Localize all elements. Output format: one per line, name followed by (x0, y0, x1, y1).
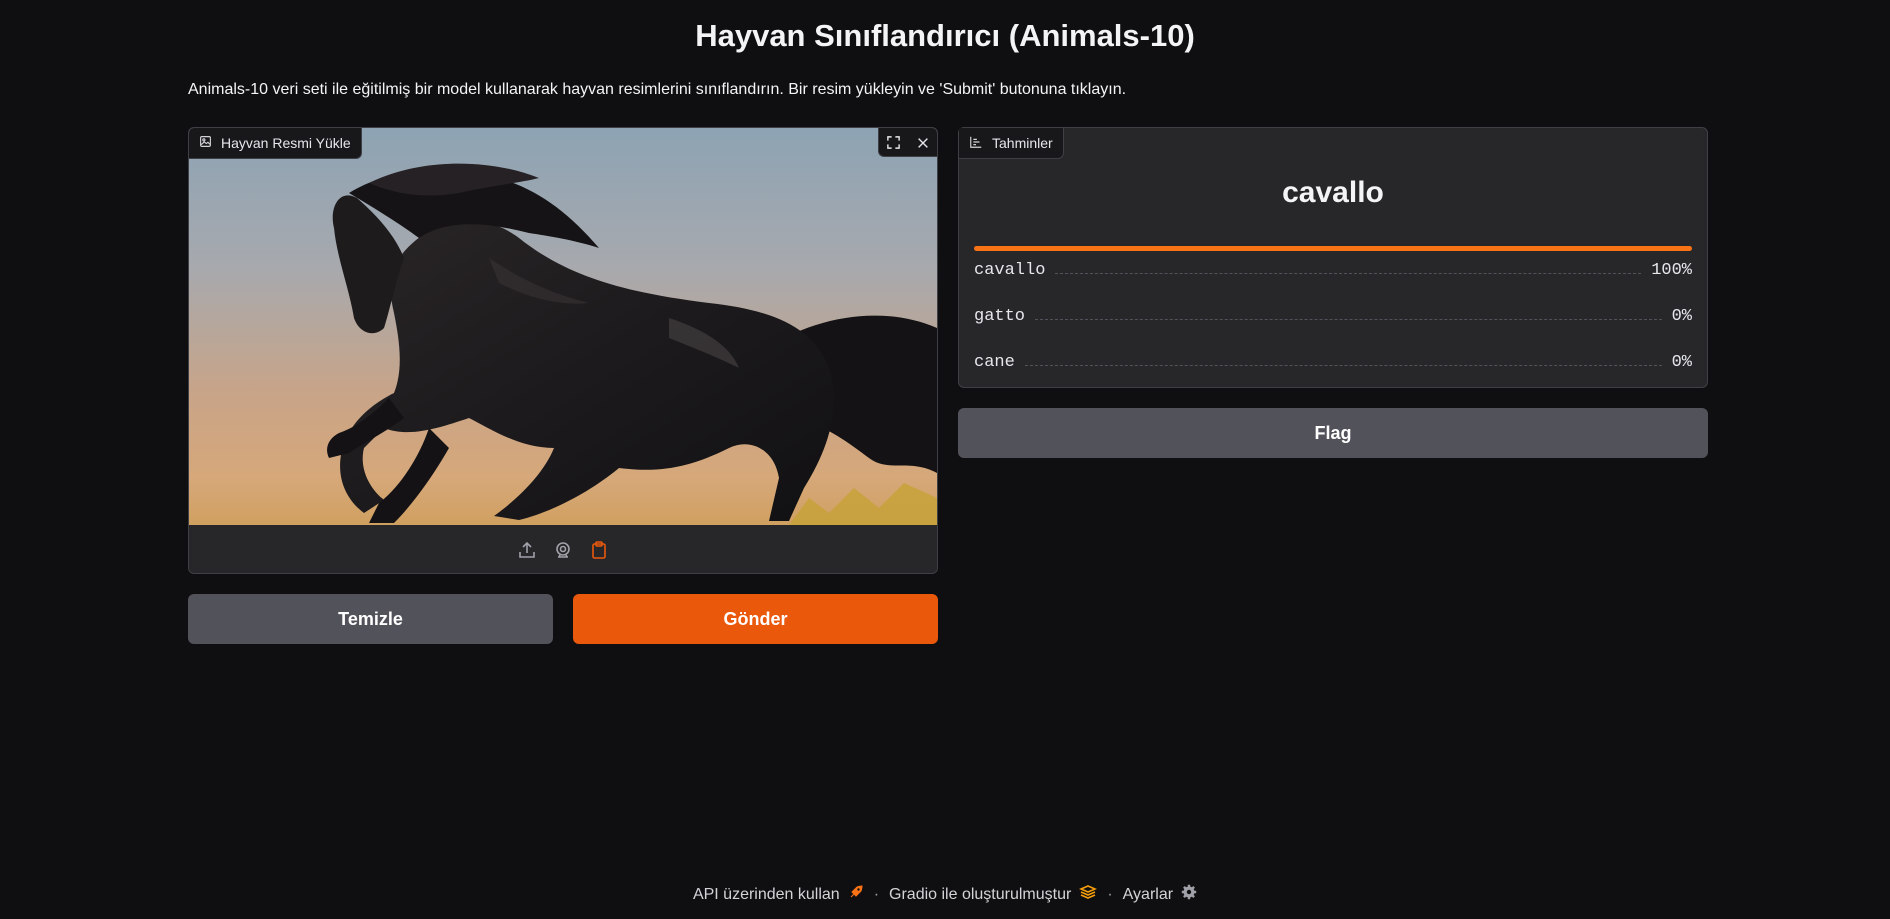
fullscreen-icon[interactable] (879, 128, 908, 157)
confidence-bar (974, 246, 1692, 251)
gradio-link[interactable]: Gradio ile oluşturulmuştur (889, 884, 1098, 905)
rocket-icon (848, 884, 864, 905)
prediction-row: cavallo 100% (974, 258, 1692, 280)
prediction-row-label: cavallo (974, 261, 1046, 280)
api-link[interactable]: API üzerinden kullan (693, 884, 864, 905)
submit-button[interactable]: Gönder (573, 594, 938, 644)
page-description: Animals-10 veri seti ile eğitilmiş bir m… (188, 81, 1127, 98)
prediction-row: gatto 0% (974, 304, 1692, 326)
prediction-row: cane 0% (974, 350, 1692, 372)
image-input-label-text: Hayvan Resmi Yükle (221, 135, 351, 151)
prediction-row-value: 0% (1671, 307, 1692, 326)
clipboard-icon[interactable] (588, 539, 610, 561)
image-input-label: Hayvan Resmi Yükle (189, 128, 362, 159)
gradio-logo-icon (1079, 884, 1098, 905)
settings-link[interactable]: Ayarlar (1123, 884, 1197, 905)
uploaded-image[interactable] (189, 128, 937, 525)
top-prediction: cavallo (1282, 176, 1384, 209)
prediction-row-label: gatto (974, 307, 1026, 326)
predictions-label: Tahminler (959, 128, 1064, 159)
app: Hayvan Sınıflandırıcı (Animals-10) Anima… (0, 0, 1890, 919)
prediction-row-label: cane (974, 353, 1015, 372)
clear-button[interactable]: Temizle (188, 594, 553, 644)
image-source-bar (189, 525, 937, 573)
prediction-row-value: 0% (1671, 353, 1692, 372)
gradio-link-text: Gradio ile oluşturulmuştur (889, 885, 1072, 903)
predictions-label-text: Tahminler (992, 135, 1053, 151)
predictions-panel: Tahminler cavallo cavallo 100% gatto 0% … (958, 127, 1708, 388)
upload-icon[interactable] (516, 539, 538, 561)
dotted-leader (1035, 319, 1662, 320)
gear-icon (1181, 884, 1197, 905)
image-controls (878, 128, 937, 157)
close-icon[interactable] (908, 128, 937, 157)
dotted-leader (1055, 273, 1642, 274)
confidence-bar-fill (974, 246, 1692, 251)
flag-button[interactable]: Flag (958, 408, 1708, 458)
image-icon (199, 135, 212, 151)
settings-link-text: Ayarlar (1122, 885, 1174, 903)
footer-separator: · (1107, 885, 1113, 903)
footer: API üzerinden kullan · Gradio ile oluştu… (0, 884, 1890, 905)
page-title: Hayvan Sınıflandırıcı (Animals-10) (695, 18, 1195, 53)
horse-image (327, 163, 937, 525)
dotted-leader (1024, 365, 1662, 366)
bar-chart-icon (969, 135, 983, 152)
webcam-icon[interactable] (552, 539, 574, 561)
image-input-panel: Hayvan Resmi Yükle (188, 127, 938, 574)
prediction-row-value: 100% (1651, 261, 1692, 280)
footer-separator: · (873, 885, 880, 903)
api-link-text: API üzerinden kullan (692, 885, 840, 903)
